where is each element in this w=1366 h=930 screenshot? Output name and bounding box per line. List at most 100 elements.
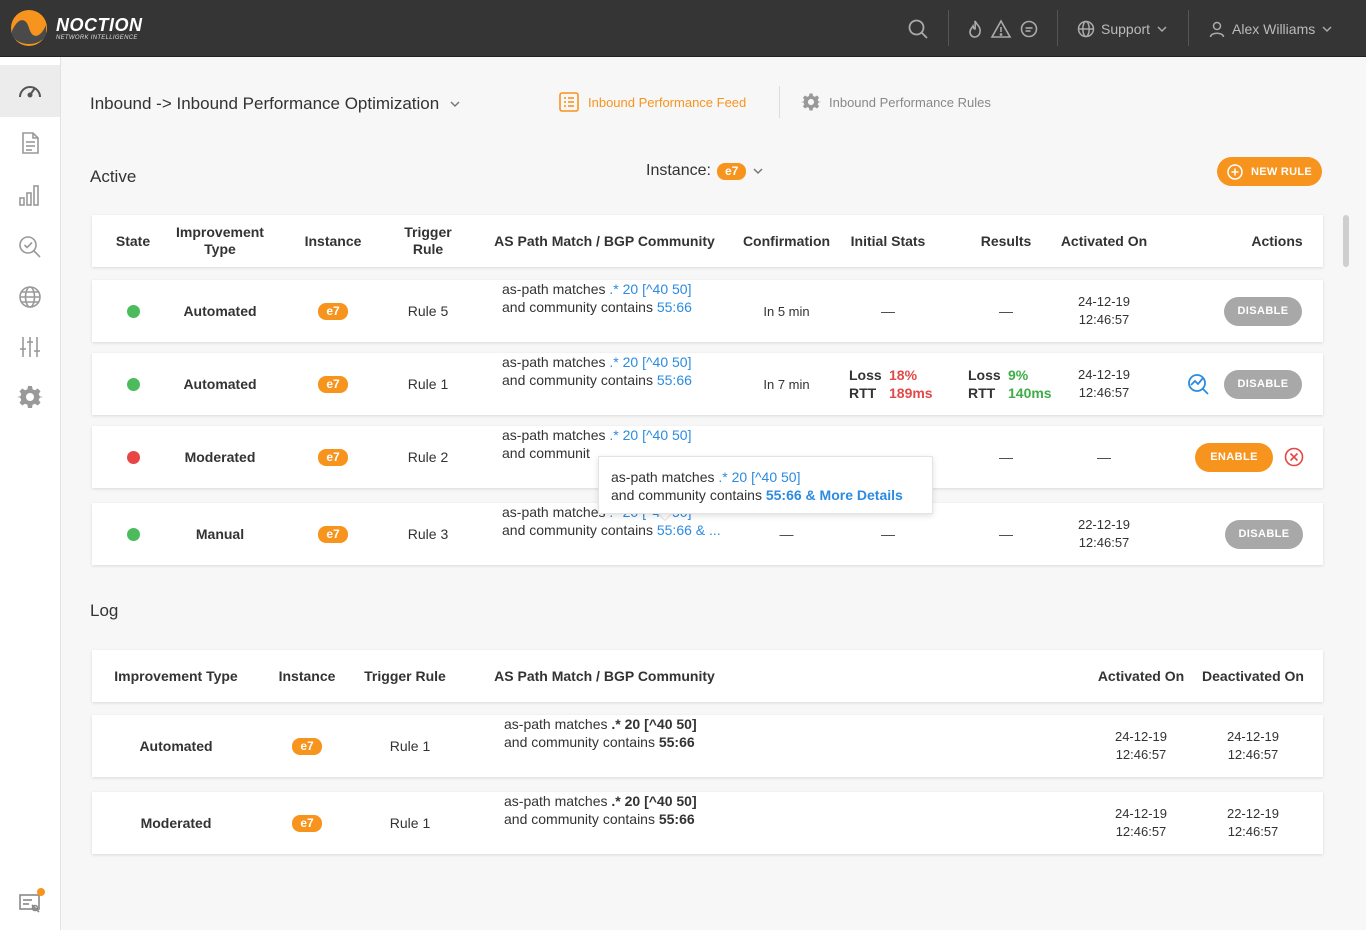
header-trigger-rule: Trigger Rule [364, 667, 446, 684]
user-icon [1209, 21, 1225, 38]
header-instance: Instance [278, 667, 336, 684]
page-title[interactable]: Inbound -> Inbound Performance Optimizat… [90, 94, 461, 114]
trigger-rule: Rule 1 [389, 738, 431, 754]
header-as-path: AS Path Match / BGP Community [494, 232, 715, 249]
community-tooltip: as-path matches .* 20 [^40 50] and commu… [598, 456, 933, 514]
instance-badge: e7 [318, 525, 348, 543]
community-link[interactable]: 55:66 & ... [657, 522, 721, 538]
activated-on: — [1097, 449, 1111, 465]
as-path-match: as-path matches .* 20 [^40 50] and commu… [502, 354, 692, 388]
state-indicator [126, 304, 140, 318]
search-check-icon [19, 236, 41, 258]
active-table-scrollbar[interactable] [1343, 215, 1349, 267]
state-indicator [126, 527, 140, 541]
as-path-link[interactable]: .* 20 [^40 50] [609, 427, 691, 443]
support-menu[interactable]: Support [1077, 18, 1168, 40]
support-globe-icon [1077, 20, 1095, 38]
user-name: Alex Williams [1232, 21, 1316, 37]
close-circle-icon[interactable] [1284, 447, 1304, 467]
as-path-match: as-path matches .* 20 [^40 50] and commu… [502, 281, 692, 315]
sliders-icon [20, 337, 40, 357]
results: — [999, 303, 1013, 319]
noction-logo[interactable]: NOCTION NETWORK INTELLIGENCE [10, 9, 143, 47]
active-row: Automated e7 Rule 1 as-path matches .* 2… [92, 353, 1323, 415]
header-actions: Actions [1251, 232, 1303, 249]
header-results: Results [980, 232, 1032, 249]
fire-icon[interactable] [964, 18, 986, 40]
results: — [999, 526, 1013, 542]
instance-badge: e7 [292, 737, 322, 755]
activated-on: 24-12-19 12:46:57 [1114, 806, 1168, 839]
as-path-match: as-path matches .* 20 [^40 50] and commu… [504, 716, 697, 750]
page-title-text: Inbound -> Inbound Performance Optimizat… [90, 94, 440, 113]
sidebar-item-analysis[interactable] [0, 221, 60, 273]
noction-logo-icon [11, 10, 47, 46]
sidebar [0, 57, 61, 930]
sidebar-item-network[interactable] [0, 271, 60, 323]
active-section-title: Active [90, 167, 137, 186]
as-path-match: as-path matches .* 20 [^40 50] and commu… [504, 793, 697, 827]
more-details-link[interactable]: 55:66 & More Details [766, 487, 903, 503]
initial-stats: — [881, 303, 895, 319]
sidebar-item-notifications[interactable] [0, 877, 60, 929]
log-section-title: Log [90, 601, 119, 620]
sidebar-item-reports[interactable] [0, 117, 60, 169]
state-indicator [126, 450, 140, 464]
tooltip-as-path-link[interactable]: .* 20 [^40 50] [718, 469, 800, 485]
enable-button[interactable]: ENABLE [1195, 442, 1273, 472]
warning-icon[interactable] [990, 18, 1012, 40]
dashboard-icon [19, 86, 41, 98]
header-trigger-rule: Trigger Rule [404, 224, 452, 257]
tab-inbound-performance-feed[interactable]: Inbound Performance Feed [558, 91, 746, 113]
header-activated-on: Activated On [1060, 232, 1148, 249]
support-label: Support [1101, 21, 1151, 37]
brand-name: NOCTION [56, 14, 143, 35]
sidebar-item-statistics[interactable] [0, 169, 60, 221]
header-deactivated-on: Deactivated On [1202, 667, 1304, 684]
search-icon[interactable] [907, 18, 929, 40]
trigger-rule: Rule 1 [407, 376, 449, 392]
performance-chart-icon[interactable] [1186, 372, 1210, 396]
confirmation: In 7 min [763, 376, 810, 392]
chevron-down-icon [1157, 26, 1167, 33]
sidebar-item-configuration[interactable] [0, 321, 60, 373]
chat-icon[interactable] [1018, 18, 1040, 40]
activated-on: 24-12-19 12:46:57 [1077, 294, 1131, 327]
as-path-link[interactable]: .* 20 [^40 50] [609, 354, 691, 370]
notification-dot [37, 888, 45, 896]
instance-badge: e7 [716, 162, 747, 180]
header-confirmation: Confirmation [742, 232, 831, 249]
header-instance: Instance [304, 232, 362, 249]
tab-label: Inbound Performance Rules [829, 94, 991, 110]
trigger-rule: Rule 3 [407, 526, 449, 542]
chevron-down-icon [450, 101, 460, 108]
feed-icon [559, 92, 579, 112]
tab-inbound-performance-rules[interactable]: Inbound Performance Rules [801, 91, 991, 113]
improvement-type: Moderated [184, 449, 256, 465]
improvement-type: Manual [195, 526, 245, 542]
disable-button[interactable]: DISABLE [1225, 519, 1303, 549]
header-initial-stats: Initial Stats [850, 232, 926, 249]
as-path-link[interactable]: .* 20 [^40 50] [609, 281, 691, 297]
user-menu[interactable]: Alex Williams [1208, 18, 1333, 40]
disable-button[interactable]: DISABLE [1224, 369, 1302, 399]
results: — [999, 449, 1013, 465]
new-rule-button[interactable]: NEW RULE [1217, 157, 1322, 186]
bar-chart-icon [19, 185, 39, 206]
results: Loss 9% RTT 140ms [968, 367, 1052, 401]
globe-icon [19, 286, 41, 308]
community-link[interactable]: 55:66 [657, 299, 692, 315]
gear-icon [17, 386, 43, 408]
instance-selector[interactable]: Instance: e7 [646, 162, 764, 180]
community-link[interactable]: 55:66 [657, 372, 692, 388]
topbar-divider [948, 10, 949, 46]
topbar-divider [1188, 10, 1189, 46]
improvement-type: Automated [183, 376, 257, 392]
header-state: State [115, 232, 151, 249]
sidebar-item-settings[interactable] [0, 371, 60, 423]
disable-button[interactable]: DISABLE [1224, 296, 1302, 326]
instance-label: Instance: [646, 162, 711, 179]
state-indicator [126, 377, 140, 391]
chevron-down-icon [753, 168, 763, 175]
sidebar-item-dashboard[interactable] [0, 65, 60, 117]
